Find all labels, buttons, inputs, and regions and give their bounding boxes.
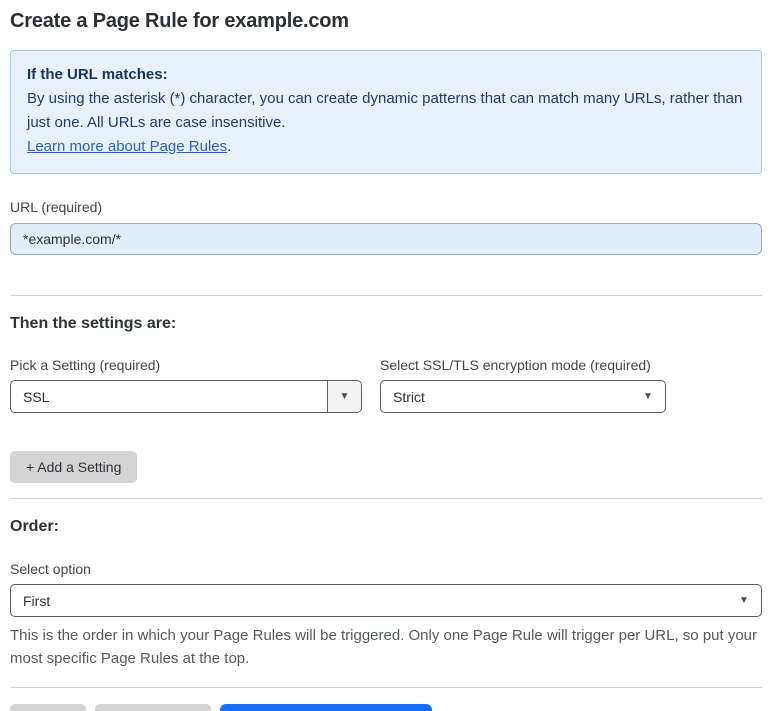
setting-select[interactable]: SSL ▼ (10, 380, 362, 413)
setting-select-value: SSL (23, 388, 50, 405)
chevron-down-icon: ▼ (739, 595, 749, 606)
ssl-mode-select[interactable]: Strict ▼ (380, 380, 666, 413)
url-input[interactable] (10, 223, 762, 255)
order-select-value: First (23, 592, 51, 609)
order-section-heading: Order: (10, 518, 59, 535)
info-box-body-text: By using the asterisk (*) character, you… (27, 90, 743, 131)
setting-picker-col: Pick a Setting (required) SSL ▼ (10, 357, 362, 413)
setting-picker-label: Pick a Setting (required) (10, 357, 161, 373)
info-box-link-line: Learn more about Page Rules. (27, 135, 745, 159)
page-title: Create a Page Rule for example.com (10, 10, 349, 32)
chevron-down-icon: ▼ (643, 391, 653, 402)
create-page-rule-form: Create a Page Rule for example.com If th… (0, 0, 772, 711)
divider (10, 295, 762, 296)
cancel-button[interactable]: Cancel (10, 704, 86, 711)
ssl-mode-label: Select SSL/TLS encryption mode (required… (380, 357, 651, 373)
info-box-body: By using the asterisk (*) character, you… (27, 87, 745, 135)
footer-actions: Cancel Save as Draft Save and Deploy Pag… (10, 704, 762, 711)
order-help-text: This is the order in which your Page Rul… (10, 627, 758, 667)
info-box-heading: If the URL matches: (27, 66, 168, 83)
order-select[interactable]: First ▼ (10, 584, 762, 617)
divider (10, 687, 762, 688)
divider (10, 498, 762, 499)
order-select-label: Select option (10, 561, 91, 577)
settings-section-heading: Then the settings are: (10, 315, 177, 332)
save-and-deploy-button[interactable]: Save and Deploy Page Rule (220, 704, 433, 711)
ssl-mode-select-value: Strict (393, 388, 425, 405)
ssl-mode-picker-col: Select SSL/TLS encryption mode (required… (380, 357, 666, 413)
url-field-label: URL (required) (10, 199, 103, 215)
add-setting-button[interactable]: + Add a Setting (10, 451, 138, 483)
url-match-info-box: If the URL matches: By using the asteris… (10, 50, 762, 174)
link-suffix: . (227, 138, 232, 155)
chevron-down-icon[interactable]: ▼ (327, 381, 361, 412)
settings-row: Pick a Setting (required) SSL ▼ Select S… (10, 357, 762, 413)
learn-more-link[interactable]: Learn more about Page Rules (27, 138, 227, 155)
save-as-draft-button[interactable]: Save as Draft (94, 704, 212, 711)
